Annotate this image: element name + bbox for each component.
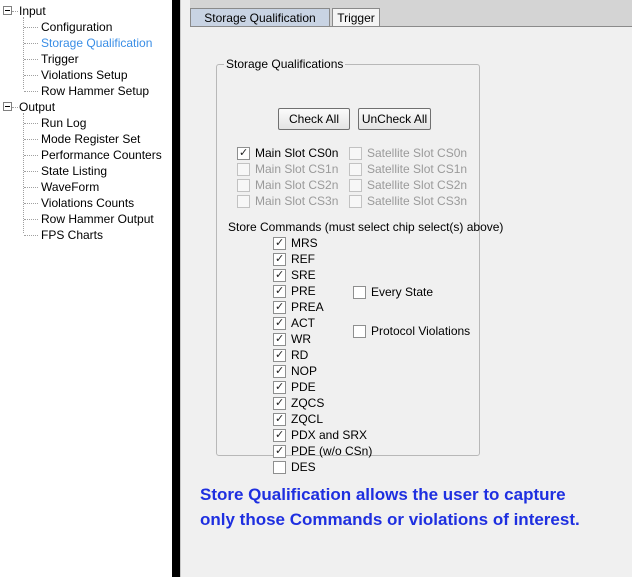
satellite-slot-cs2n-checkbox — [349, 179, 362, 192]
tree-connector — [24, 123, 38, 124]
protocol-violations-checkbox[interactable] — [353, 325, 366, 338]
command-pde-w-o-csn-label: PDE (w/o CSn) — [291, 444, 373, 458]
info-note: Store Qualification allows the user to c… — [200, 482, 630, 532]
tree-connector — [24, 27, 38, 28]
tab-trigger[interactable]: Trigger — [332, 8, 380, 26]
main-slot-cs0n-label: Main Slot CS0n — [255, 146, 339, 160]
main-slot-cs1n-label: Main Slot CS1n — [255, 162, 339, 176]
command-mrs-label: MRS — [291, 236, 318, 250]
tree-item-row-hammer-output[interactable]: Row Hammer Output — [41, 211, 154, 227]
tree-item-performance-counters[interactable]: Performance Counters — [41, 147, 162, 163]
main-slot-cs1n-checkbox — [237, 163, 250, 176]
command-prea-checkbox[interactable] — [273, 300, 286, 314]
tree-connector — [24, 75, 38, 76]
protocol-violations-label: Protocol Violations — [371, 324, 471, 338]
command-zqcl-checkbox[interactable] — [273, 412, 286, 426]
command-zqcl-label: ZQCL — [291, 412, 324, 426]
tree-connector — [24, 155, 38, 156]
every-state-label: Every State — [371, 285, 434, 299]
command-mrs-checkbox[interactable] — [273, 236, 286, 250]
info-note-line-1: Store Qualification allows the user to c… — [200, 485, 566, 504]
command-act-label: ACT — [291, 316, 315, 330]
tree-item-configuration[interactable]: Configuration — [41, 19, 112, 35]
tree-item-row-hammer-setup[interactable]: Row Hammer Setup — [41, 83, 149, 99]
satellite-slot-cs1n-label: Satellite Slot CS1n — [367, 162, 468, 176]
store-commands-label: Store Commands (must select chip select(… — [228, 220, 504, 234]
satellite-slot-cs1n-checkbox — [349, 163, 362, 176]
tree-connector — [24, 139, 38, 140]
tree-connector — [24, 235, 38, 236]
tree-connector — [24, 59, 38, 60]
command-pde-w-o-csn-checkbox[interactable] — [273, 444, 286, 458]
input-branch-line — [12, 11, 18, 12]
tree-item-violations-setup[interactable]: Violations Setup — [41, 67, 128, 83]
output-children-line — [23, 113, 24, 233]
tree-connector — [24, 91, 38, 92]
satellite-slot-cs2n-label: Satellite Slot CS2n — [367, 178, 468, 192]
every-state-checkbox[interactable] — [353, 286, 366, 299]
splitter-gutter — [180, 0, 190, 577]
main-slot-cs2n-label: Main Slot CS2n — [255, 178, 339, 192]
check-all-button[interactable]: Check All — [278, 108, 350, 130]
satellite-slot-cs3n-checkbox — [349, 195, 362, 208]
command-sre-label: SRE — [291, 268, 316, 282]
navigation-tree: Input Configuration Storage Qualification T… — [0, 0, 172, 577]
tree-item-fps-charts[interactable]: FPS Charts — [41, 227, 103, 243]
command-ref-label: REF — [291, 252, 315, 266]
tree-connector — [24, 43, 38, 44]
command-zqcs-label: ZQCS — [291, 396, 325, 410]
command-wr-checkbox[interactable] — [273, 332, 286, 346]
info-note-line-2: only those Commands or violations of int… — [200, 510, 580, 529]
tree-item-trigger[interactable]: Trigger — [41, 51, 79, 67]
content-pane: Storage Qualification Trigger Storage Qu… — [190, 0, 632, 577]
uncheck-all-button[interactable]: UnCheck All — [358, 108, 431, 130]
output-branch-line — [12, 107, 18, 108]
main-slot-cs3n-label: Main Slot CS3n — [255, 194, 339, 208]
input-collapse-icon[interactable] — [3, 6, 12, 15]
satellite-slot-cs0n-label: Satellite Slot CS0n — [367, 146, 468, 160]
tree-item-run-log[interactable]: Run Log — [41, 115, 86, 131]
splitter-bar[interactable] — [172, 0, 180, 577]
tab-storage-qualification[interactable]: Storage Qualification — [190, 8, 330, 26]
main-slot-cs3n-checkbox — [237, 195, 250, 208]
command-ref-checkbox[interactable] — [273, 252, 286, 266]
output-collapse-icon[interactable] — [3, 102, 12, 111]
command-pre-label: PRE — [291, 284, 316, 298]
command-sre-checkbox[interactable] — [273, 268, 286, 282]
satellite-slot-cs0n-checkbox — [349, 147, 362, 160]
tree-connector — [24, 187, 38, 188]
command-prea-label: PREA — [291, 300, 324, 314]
command-act-checkbox[interactable] — [273, 316, 286, 330]
command-zqcs-checkbox[interactable] — [273, 396, 286, 410]
command-nop-label: NOP — [291, 364, 318, 378]
command-des-label: DES — [291, 460, 316, 474]
main-slot-cs0n-checkbox[interactable] — [237, 146, 250, 160]
command-des-checkbox[interactable] — [273, 461, 286, 474]
command-rd-checkbox[interactable] — [273, 348, 286, 362]
tree-item-storage-qualification[interactable]: Storage Qualification — [41, 35, 152, 51]
tree-connector — [24, 203, 38, 204]
tab-panel: Storage Qualifications Check All UnCheck … — [190, 26, 632, 577]
satellite-slot-cs3n-label: Satellite Slot CS3n — [367, 194, 468, 208]
tree-item-state-listing[interactable]: State Listing — [41, 163, 107, 179]
command-pde-label: PDE — [291, 380, 316, 394]
command-nop-checkbox[interactable] — [273, 364, 286, 378]
command-pre-checkbox[interactable] — [273, 284, 286, 298]
tree-connector — [24, 171, 38, 172]
tree-item-waveform[interactable]: WaveForm — [41, 179, 99, 195]
tree-node-output[interactable]: Output — [19, 99, 55, 115]
main-slot-cs2n-checkbox — [237, 179, 250, 192]
storage-qualifications-group: Storage Qualifications Check All UnCheck … — [216, 57, 503, 474]
tree-item-mode-register-set[interactable]: Mode Register Set — [41, 131, 140, 147]
command-pdx-and-srx-label: PDX and SRX — [291, 428, 368, 442]
group-title: Storage Qualifications — [224, 57, 346, 72]
tree-connector — [24, 219, 38, 220]
command-rd-label: RD — [291, 348, 309, 362]
command-pdx-and-srx-checkbox[interactable] — [273, 428, 286, 442]
command-wr-label: WR — [291, 332, 311, 346]
command-pde-checkbox[interactable] — [273, 380, 286, 394]
tree-item-violations-counts[interactable]: Violations Counts — [41, 195, 134, 211]
